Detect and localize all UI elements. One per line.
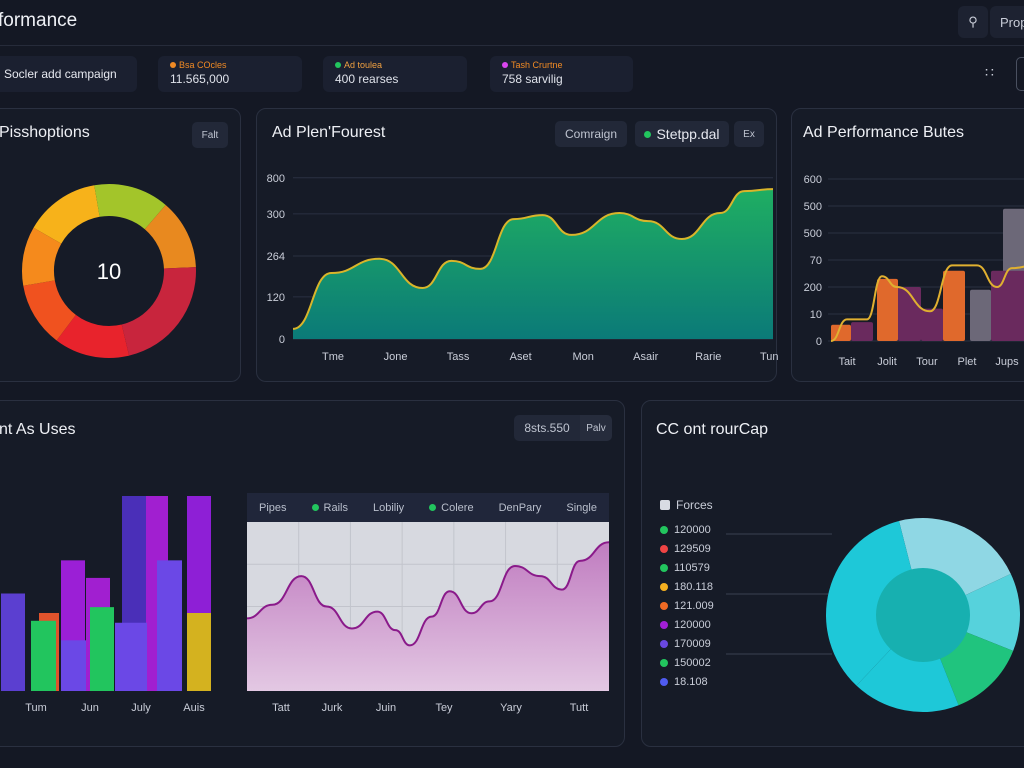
- bars-panel: nt As Uses 8sts.550 Palv Tum Jun July Auis T…: [0, 400, 625, 747]
- x-tick-label: July: [131, 702, 151, 714]
- campaign-selector[interactable]: Socler add campaign: [0, 56, 137, 92]
- kpi-value: 400 rearses: [335, 72, 399, 86]
- x-tick-label: Jups: [995, 356, 1019, 368]
- combo-panel: Ad Performance Butes 0 10 200 70 500 500 600 Ta…: [791, 108, 1024, 382]
- x-tick-label: Auis: [183, 702, 205, 714]
- x-tick-label: Tutt: [570, 702, 589, 714]
- bar: [921, 308, 943, 341]
- kpi-card: Ad toulea 400 rearses: [323, 56, 467, 92]
- search-icon: ⚲: [968, 14, 978, 29]
- y-tick-label: 0: [279, 334, 285, 346]
- legend-label: Lobiliy: [372, 501, 405, 514]
- prop-button[interactable]: Prop: [990, 6, 1024, 38]
- y-tick-label: 500: [804, 228, 822, 240]
- status-dot: [502, 62, 508, 68]
- bar: [943, 270, 965, 341]
- x-tick-label: Jun: [81, 702, 99, 714]
- legend-dot: [429, 504, 437, 511]
- legend-label: Pipes: [259, 501, 287, 514]
- x-tick-label: Tait: [838, 356, 855, 368]
- status-dot: [335, 62, 341, 68]
- kpi-card: Bsa COcles 11.565,000: [158, 56, 302, 92]
- bar: [851, 322, 873, 341]
- y-tick-label: 500: [804, 201, 822, 213]
- legend-item[interactable]: DenPary: [499, 502, 542, 514]
- y-tick-label: 800: [267, 173, 285, 185]
- donut-center-value: 10: [96, 259, 122, 284]
- header-divider: [0, 45, 1024, 46]
- legend-item[interactable]: Single: [566, 502, 597, 514]
- x-tick-label: Tunt: [760, 351, 778, 363]
- x-tick-label: Jurk: [322, 702, 343, 714]
- search-button[interactable]: ⚲: [958, 6, 988, 38]
- page-title: formance: [0, 10, 78, 31]
- legend-item[interactable]: Rails: [311, 501, 348, 514]
- y-tick-label: 200: [804, 282, 822, 294]
- legend-item[interactable]: Pipes: [259, 502, 287, 514]
- x-tick-label: Plet: [958, 356, 977, 368]
- y-tick-label: 0: [816, 336, 822, 348]
- donut-panel: Pisshoptions Falt 10: [0, 108, 241, 382]
- x-tick-label: Tey: [435, 702, 453, 714]
- combo-chart: 0 10 200 70 500 500 600 Tait Jolit Tour Plet Jups: [804, 174, 1024, 368]
- kpi-value: 11.565,000: [170, 72, 230, 86]
- area-fill: [293, 189, 773, 339]
- y-tick-label: 600: [804, 174, 822, 186]
- x-tick-label: Tour: [916, 356, 938, 368]
- x-tick-label: Tatt: [272, 702, 290, 714]
- pie-chart: [726, 518, 1020, 712]
- kpi-value: 758 sarvilig: [502, 72, 563, 86]
- pie-panel: CC ont rourCap Forces 120000 129509 110579…: [641, 400, 1024, 747]
- legend-label: Rails: [323, 501, 348, 514]
- x-tick-label: Mon: [572, 351, 593, 363]
- bar: [877, 278, 898, 341]
- y-tick-label: 70: [810, 255, 822, 267]
- donut-chart: [22, 184, 197, 358]
- kpi-label: Tash Crurtne: [511, 60, 563, 70]
- bar: [90, 607, 114, 691]
- legend-label: DenPary: [498, 501, 542, 514]
- toolbar-button[interactable]: [1016, 57, 1024, 91]
- x-tick-label: Asair: [633, 351, 658, 363]
- x-tick-label: Yary: [500, 702, 522, 714]
- y-tick-label: 264: [267, 251, 285, 263]
- legend-label: Single: [566, 501, 597, 514]
- status-dot: [170, 62, 176, 68]
- bar: [115, 622, 147, 691]
- x-tick-label: Jone: [384, 351, 408, 363]
- kpi-label: Ad toulea: [344, 60, 383, 70]
- x-tick-label: Aset: [510, 351, 532, 363]
- kpi-label: Bsa COcles: [179, 60, 227, 70]
- bar: [991, 270, 1024, 341]
- y-tick-label: 10: [810, 309, 822, 321]
- bar: [31, 620, 56, 691]
- x-tick-label: Juin: [376, 702, 396, 714]
- legend-item[interactable]: Colere: [429, 501, 474, 514]
- area-panel: Ad Plen'Fourest Comraign Stetpp.dal Ex 8…: [256, 108, 778, 382]
- bar: [970, 289, 991, 341]
- bar: [187, 613, 211, 691]
- bar: [157, 560, 182, 691]
- bar: [1, 593, 25, 691]
- y-tick-label: 300: [267, 209, 285, 221]
- x-tick-label: Tass: [447, 351, 470, 363]
- y-tick-label: 120: [267, 292, 285, 304]
- campaign-label: Socler add campaign: [4, 67, 117, 81]
- legend-item[interactable]: Lobiliy: [373, 502, 404, 514]
- x-tick-label: Jolit: [877, 356, 897, 368]
- area-chart: 800 300 264 120 0 Tme Jone Tass Aset Mon Asair Rari…: [267, 173, 778, 363]
- donut-slice: [121, 267, 197, 356]
- x-tick-label: Tum: [25, 702, 47, 714]
- bar-chart: Tum Jun July Auis Tatt Jurk Juin Tey Yary Tutt: [1, 496, 610, 714]
- x-tick-label: Rarie: [695, 351, 721, 363]
- legend-dot: [311, 504, 319, 511]
- kpi-card: Tash Crurtne 758 sarvilig: [490, 56, 633, 92]
- bar: [61, 640, 86, 691]
- legend-label: Colere: [441, 501, 474, 514]
- grid-icon[interactable]: ∷: [985, 64, 994, 81]
- inner-chart-legend: Pipes Rails Lobiliy Colere DenPary Single: [247, 493, 609, 522]
- x-tick-label: Tme: [322, 351, 344, 363]
- pie-center: [876, 568, 970, 662]
